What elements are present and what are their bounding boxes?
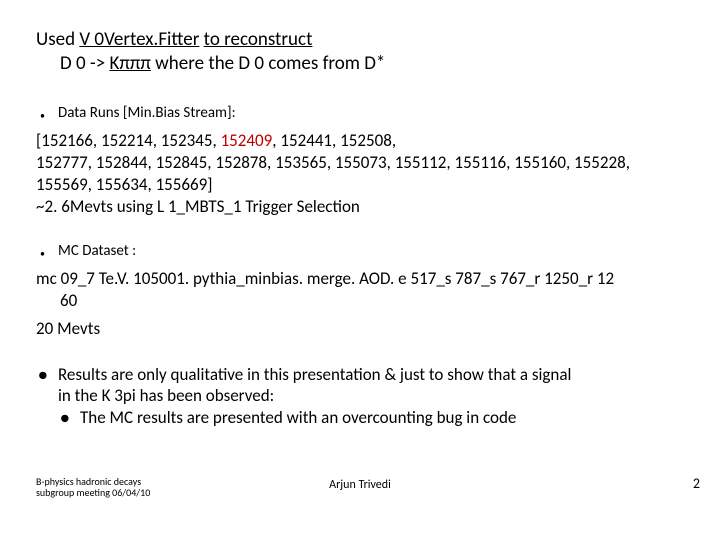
title-underlined-2: to reconstruct bbox=[204, 28, 313, 51]
mc-body: mc 09_7 Te.V. 105001. pythia_minbias. me… bbox=[36, 268, 684, 312]
bullet-icon: • bbox=[36, 104, 58, 122]
title-line1: Used V 0Vertex.Fitter to reconstruct bbox=[36, 28, 684, 52]
data-runs-body: [152166, 152214, 152345, 152409, 152441,… bbox=[36, 130, 684, 218]
bullet-icon: ● bbox=[36, 364, 58, 386]
data-runs-highlight: 152409 bbox=[221, 130, 273, 151]
mc-label: MC Dataset : bbox=[58, 242, 136, 260]
mc-line2: 20 Mevts bbox=[36, 318, 684, 340]
title-underlined-1: V 0Vertex.Fitter bbox=[79, 28, 199, 51]
results-bullet-1: ● Results are only qualitative in this p… bbox=[36, 364, 684, 407]
mc-line1b: 60 bbox=[36, 290, 684, 312]
data-runs-line1: [152166, 152214, 152345, 152409, 152441,… bbox=[36, 130, 684, 152]
data-runs-line2: 152777, 152844, 152845, 152878, 153565, … bbox=[36, 152, 684, 196]
page-number: 2 bbox=[693, 475, 700, 492]
data-runs-line2-text: 152777, 152844, 152845, 152878, 153565, … bbox=[36, 152, 630, 195]
mc-line1: mc 09_7 Te.V. 105001. pythia_minbias. me… bbox=[36, 268, 684, 290]
results-b1b: in the K 3pi has been observed: bbox=[58, 385, 274, 406]
data-runs-line2-wrap: 152777, 152844, 152845, 152878, 153565, … bbox=[36, 152, 684, 196]
mc-bullet: • MC Dataset : bbox=[36, 242, 684, 260]
data-runs-line1-a: [152166, 152214, 152345, bbox=[36, 130, 221, 151]
title-line2: D 0 -> Kπππ where the D 0 comes from D* bbox=[36, 52, 684, 76]
footer-center: Arjun Trivedi bbox=[0, 478, 720, 492]
title-line2-b: where the D 0 comes from D* bbox=[151, 52, 385, 75]
bullet-icon: • bbox=[36, 242, 58, 260]
results-b1a: Results are only qualitative in this pre… bbox=[58, 364, 571, 385]
data-runs-label: Data Runs [Min.Bias Stream]: bbox=[58, 104, 236, 122]
title-line2-a: D 0 -> bbox=[60, 52, 110, 75]
results-block: ● Results are only qualitative in this p… bbox=[36, 364, 684, 429]
data-runs-line1-b: , 152441, 152508, bbox=[272, 130, 396, 151]
data-runs-bullet: • Data Runs [Min.Bias Stream]: bbox=[36, 104, 684, 122]
slide: Used V 0Vertex.Fitter to reconstruct D 0… bbox=[0, 0, 720, 540]
results-bullet-2: ● The MC results are presented with an o… bbox=[36, 407, 684, 429]
title-block: Used V 0Vertex.Fitter to reconstruct D 0… bbox=[36, 28, 684, 76]
title-line2-underlined: Kπππ bbox=[110, 52, 151, 75]
title-prefix: Used bbox=[36, 28, 79, 51]
results-b2: The MC results are presented with an ove… bbox=[80, 407, 684, 428]
results-text-1: Results are only qualitative in this pre… bbox=[58, 364, 684, 407]
data-runs-line3: ~2. 6Mevts using L 1_MBTS_1 Trigger Sele… bbox=[36, 196, 684, 218]
bullet-icon: ● bbox=[58, 407, 80, 429]
